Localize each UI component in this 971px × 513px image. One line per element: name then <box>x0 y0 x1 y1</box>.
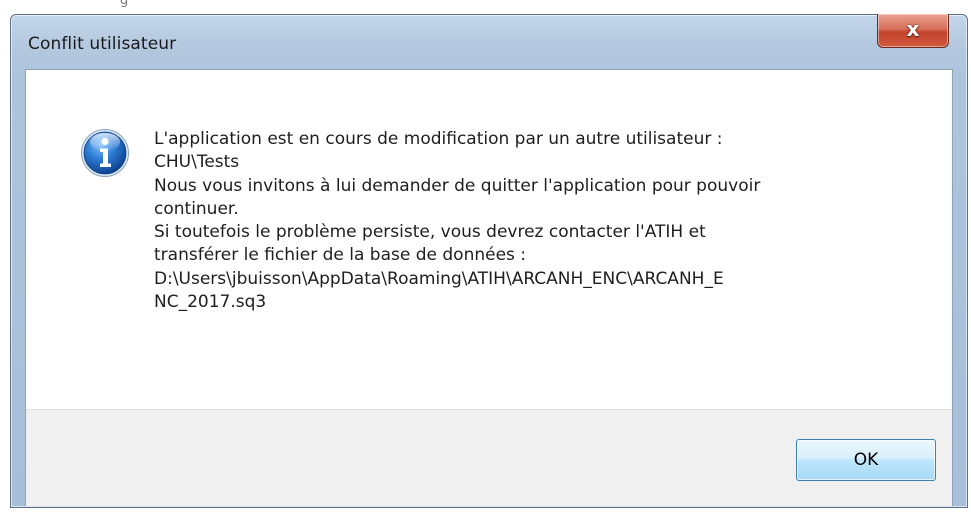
message-line: Si toutefois le problème persiste, vous … <box>154 222 706 243</box>
message-line: Nous vous invitons à lui demander de qui… <box>154 175 761 196</box>
message-line: D:\Users\jbuisson\AppData\Roaming\ATIH\A… <box>154 268 724 289</box>
message-line: CHU\Tests <box>154 152 240 173</box>
background-window-strip: g <box>0 0 971 14</box>
window-title: Conflit utilisateur <box>28 34 177 54</box>
close-icon: x <box>906 17 920 41</box>
message-line: transférer le fichier de la base de donn… <box>154 245 527 266</box>
message-area: L'application est en cours de modificati… <box>26 70 952 409</box>
information-icon <box>81 129 129 177</box>
background-partial-text: g <box>120 0 129 8</box>
message-line: L'application est en cours de modificati… <box>154 129 723 149</box>
message-text: L'application est en cours de modificati… <box>154 128 924 314</box>
message-dialog: Conflit utilisateur x L'application est … <box>10 14 968 508</box>
close-button[interactable]: x <box>877 14 949 48</box>
ok-button[interactable]: OK <box>796 439 936 481</box>
dialog-client-area: L'application est en cours de modificati… <box>25 69 953 506</box>
title-bar[interactable]: Conflit utilisateur x <box>11 14 967 69</box>
button-bar: OK <box>26 409 952 506</box>
message-line: NC_2017.sq3 <box>154 292 267 313</box>
message-line: continuer. <box>154 198 239 219</box>
